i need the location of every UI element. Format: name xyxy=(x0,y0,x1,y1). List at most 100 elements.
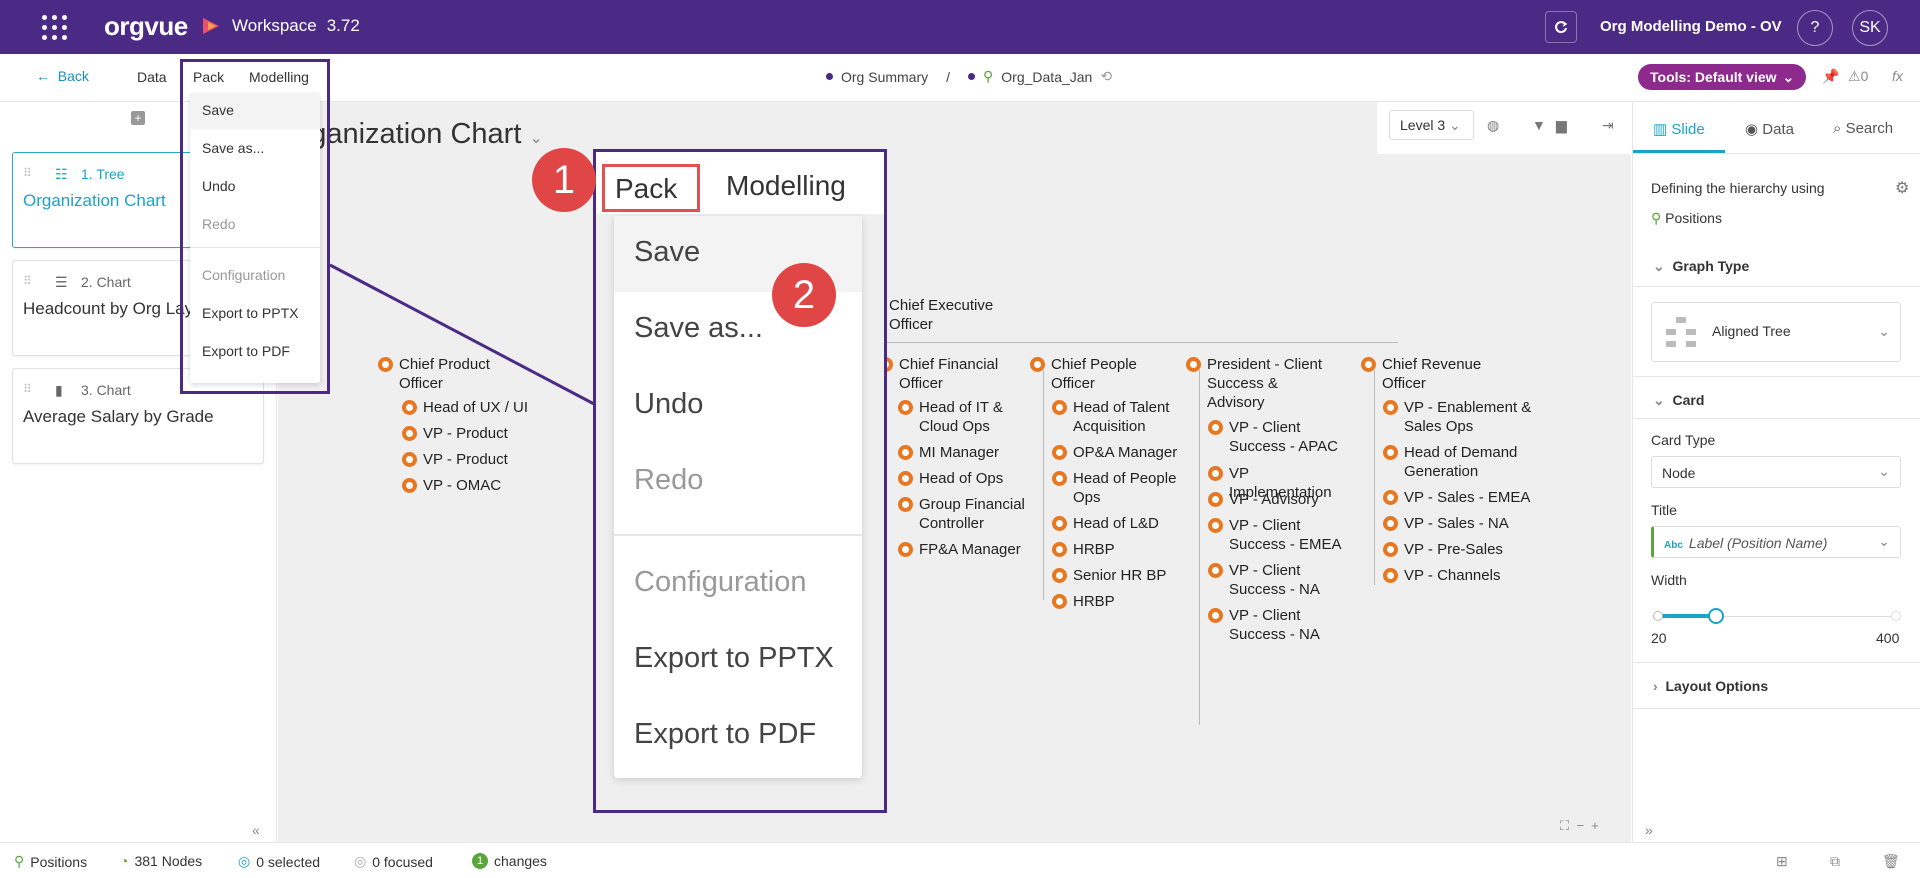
node-circle-icon xyxy=(1030,357,1045,372)
section-graph-type[interactable]: ⌄ Graph Type xyxy=(1653,258,1749,275)
card-type-select[interactable]: Node ⌄ xyxy=(1651,456,1901,488)
status-selected[interactable]: ◎ 0 selected xyxy=(238,853,320,870)
drag-handle-icon[interactable]: ⠿ xyxy=(23,382,32,396)
node-label: Chief Product Officer xyxy=(399,356,490,392)
graph-type-select[interactable]: Aligned Tree ⌄ xyxy=(1651,302,1901,362)
zoom-out-icon[interactable]: − xyxy=(1576,818,1584,833)
palette-icon[interactable]: ◍ xyxy=(1487,117,1499,134)
node-head[interactable]: Chief Revenue Officer xyxy=(1361,355,1501,393)
abc-icon: Abc xyxy=(1664,540,1683,551)
selected-icon: ◎ xyxy=(238,853,251,869)
node-report[interactable]: MI Manager xyxy=(898,443,1033,462)
node-report[interactable]: VP - OMAC xyxy=(402,476,552,495)
node-ceo[interactable]: Chief Executive Officer xyxy=(889,296,1029,334)
formula-icon[interactable]: fx xyxy=(1892,68,1903,84)
tools-dropdown[interactable]: Tools: Default view ⌄ xyxy=(1638,64,1807,90)
drag-handle-icon[interactable]: ⠿ xyxy=(23,274,32,288)
trash-icon[interactable]: 🗑 xyxy=(1882,853,1900,870)
status-nodes[interactable]: ◔ 381 Nodes xyxy=(120,853,202,869)
canvas[interactable]: Organization Chart ⌄ Chief Executive Off… xyxy=(278,102,1631,842)
app-grid-icon[interactable] xyxy=(40,13,68,41)
node-report[interactable]: Group Financial Controller xyxy=(898,495,1033,533)
node-head[interactable]: Chief Product Officer xyxy=(378,355,518,393)
comment-icon[interactable]: ▆ xyxy=(1556,117,1567,134)
status-focused[interactable]: ◎ 0 focused xyxy=(354,853,433,870)
width-slider-thumb[interactable] xyxy=(1707,608,1724,624)
menu-data[interactable]: Data xyxy=(137,69,167,85)
project-name[interactable]: Org Modelling Demo - OV xyxy=(1600,18,1782,35)
node-label: FP&A Manager xyxy=(919,541,1021,558)
chevron-down-icon[interactable]: ⌄ xyxy=(529,130,542,147)
slide-title: Average Salary by Grade xyxy=(23,407,214,426)
zoom-menu-modelling: Modelling xyxy=(726,170,846,201)
node-report[interactable]: OP&A Manager xyxy=(1052,443,1187,462)
node-report[interactable]: Head of UX / UI xyxy=(402,398,552,417)
slider-max-dot xyxy=(1891,611,1901,621)
node-report[interactable]: Head of L&D xyxy=(1052,514,1187,533)
collapse-left-icon[interactable]: « xyxy=(252,822,260,838)
export-icon[interactable]: ⇥ xyxy=(1602,117,1614,134)
title-value: Label (Position Name) xyxy=(1688,535,1828,551)
node-report[interactable]: VP - Advisory xyxy=(1208,490,1348,509)
help-button[interactable]: ? xyxy=(1797,10,1833,46)
tab-slide[interactable]: ▥ Slide xyxy=(1653,120,1705,138)
refresh-icon[interactable]: ⟲ xyxy=(1100,68,1112,85)
title-field[interactable]: Abc Label (Position Name) ⌄ xyxy=(1651,526,1901,558)
tab-search[interactable]: ⌕ Search xyxy=(1833,120,1893,137)
node-circle-icon xyxy=(1383,490,1398,505)
node-report[interactable]: Head of Talent Acquisition xyxy=(1052,398,1187,436)
zoom-controls[interactable]: ⛶ − + xyxy=(1560,818,1599,834)
chevron-right-icon: › xyxy=(1653,678,1658,694)
filter-icon[interactable]: ▼ xyxy=(1532,117,1546,133)
add-slide-button[interactable]: + xyxy=(131,111,145,125)
section-layout-options[interactable]: › Layout Options xyxy=(1653,678,1768,694)
node-report[interactable]: VP - Enablement & Sales Ops xyxy=(1383,398,1533,436)
node-report[interactable]: VP - Channels xyxy=(1383,566,1533,585)
divider xyxy=(1633,662,1920,663)
section-card[interactable]: ⌄ Card xyxy=(1653,392,1704,409)
tab-data[interactable]: ◉ Data xyxy=(1745,120,1794,138)
node-report[interactable]: FP&A Manager xyxy=(898,540,1033,559)
node-report[interactable]: VP - Pre-Sales xyxy=(1383,540,1533,559)
node-head[interactable]: Chief People Officer xyxy=(1030,355,1170,393)
node-circle-icon xyxy=(898,445,913,460)
node-circle-icon xyxy=(898,497,913,512)
back-button[interactable]: ← Back xyxy=(36,68,89,84)
node-report[interactable]: HRBP xyxy=(1052,592,1187,611)
node-report[interactable]: Head of Ops xyxy=(898,469,1033,488)
expand-right-icon[interactable]: » xyxy=(1645,822,1653,838)
node-report[interactable]: VP - Sales - NA xyxy=(1383,514,1533,533)
breadcrumb-dataset[interactable]: Org_Data_Jan xyxy=(1001,69,1092,85)
add-icon[interactable]: ⊞ xyxy=(1776,853,1788,870)
node-report[interactable]: VP - Product xyxy=(402,450,552,469)
pin-icon[interactable]: 📌 xyxy=(1822,68,1839,85)
node-circle-icon xyxy=(1383,568,1398,583)
node-head[interactable]: President - Client Success & Advisory xyxy=(1186,355,1336,412)
fit-icon[interactable]: ⛶ xyxy=(1560,818,1569,833)
node-report[interactable]: VP - Client Success - EMEA xyxy=(1208,516,1348,554)
avatar[interactable]: SK xyxy=(1852,10,1888,46)
node-head[interactable]: Chief Financial Officer xyxy=(878,355,1018,393)
status-changes[interactable]: 1 changes xyxy=(472,853,547,869)
copy-icon[interactable]: ⧉ xyxy=(1830,853,1840,870)
node-report[interactable]: VP - Client Success - NA xyxy=(1208,606,1348,644)
node-report[interactable]: VP - Client Success - APAC xyxy=(1208,418,1348,456)
sync-button[interactable] xyxy=(1545,11,1577,43)
breadcrumb-org-summary[interactable]: Org Summary xyxy=(841,69,928,85)
node-report[interactable]: VP - Sales - EMEA xyxy=(1383,488,1533,507)
node-report[interactable]: HRBP xyxy=(1052,540,1187,559)
gear-icon[interactable]: ⚙ xyxy=(1895,178,1909,198)
status-positions[interactable]: ⚲ Positions xyxy=(14,853,87,870)
node-report[interactable]: Head of Demand Generation xyxy=(1383,443,1533,481)
level-select[interactable]: Level 3 ⌄ xyxy=(1389,110,1474,140)
node-report[interactable]: VP - Product xyxy=(402,424,552,443)
title-label: Title xyxy=(1651,502,1677,518)
node-report[interactable]: Head of IT & Cloud Ops xyxy=(898,398,1033,436)
aligned-tree-icon xyxy=(1666,317,1696,347)
node-report[interactable]: Head of People Ops xyxy=(1052,469,1187,507)
alert-icon[interactable]: ⚠0 xyxy=(1848,68,1868,85)
node-report[interactable]: Senior HR BP xyxy=(1052,566,1187,585)
node-report[interactable]: VP - Client Success - NA xyxy=(1208,561,1348,599)
drag-handle-icon[interactable]: ⠿ xyxy=(23,166,32,180)
zoom-in-icon[interactable]: + xyxy=(1591,818,1599,833)
